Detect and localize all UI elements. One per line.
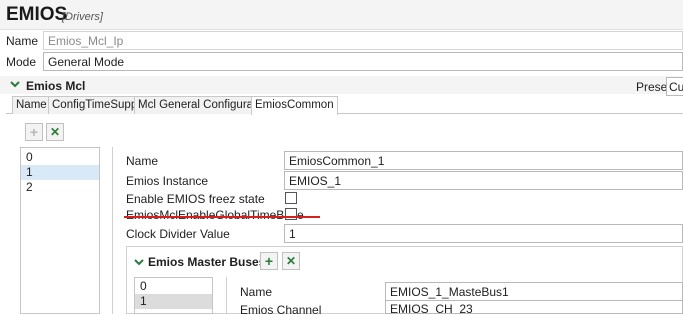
remove-master-bus-button[interactable]: ✕	[282, 252, 300, 270]
add-button[interactable]: +	[25, 123, 43, 141]
close-icon: ✕	[49, 125, 61, 139]
page-subtitle: [Drivers]	[62, 11, 103, 23]
clock-divider-label: Clock Divider Value	[126, 227, 230, 241]
tab-name[interactable]: Name	[12, 96, 51, 114]
common-name-label: Name	[126, 154, 159, 168]
tab-emios-common[interactable]: EmiosCommon	[251, 96, 338, 115]
chevron-down-icon[interactable]	[10, 79, 20, 92]
list-item[interactable]: 1	[21, 165, 99, 180]
section-title: Emios Mcl	[26, 79, 86, 93]
remove-button[interactable]: ✕	[46, 123, 64, 141]
global-timebase-checkbox[interactable]	[285, 208, 297, 220]
annotation-underline	[124, 216, 320, 218]
add-master-bus-button[interactable]: +	[260, 252, 278, 270]
emios-instance-field[interactable]: EMIOS_1	[284, 171, 683, 190]
master-bus-name-label: Name	[240, 285, 273, 299]
plus-icon: +	[264, 253, 274, 269]
preset-select[interactable]: Cu	[666, 77, 683, 96]
tab-bar: Name ConfigTimeSupport Mcl General Confi…	[6, 96, 683, 115]
clock-divider-field[interactable]: 1	[284, 224, 683, 243]
mode-field[interactable]: General Mode	[43, 52, 683, 71]
master-bus-name-field[interactable]: EMIOS_1_MasteBus1	[385, 282, 683, 301]
freez-state-checkbox[interactable]	[285, 192, 297, 204]
list-item[interactable]: 1	[135, 294, 212, 309]
close-icon: ✕	[285, 254, 297, 268]
emios-mcl-section-header[interactable]	[0, 76, 683, 94]
name-field[interactable]: Emios_Mcl_Ip	[43, 31, 683, 50]
emios-channel-field[interactable]: EMIOS_CH_23	[385, 300, 683, 314]
mode-label: Mode	[6, 55, 37, 69]
global-timebase-label: EmiosMclEnableGlobalTimeBase	[126, 208, 304, 222]
common-name-field[interactable]: EmiosCommon_1	[284, 151, 683, 170]
list-item[interactable]: 2	[21, 180, 99, 195]
chevron-down-icon[interactable]	[134, 256, 144, 270]
list-item[interactable]: 0	[135, 279, 212, 294]
plus-icon: +	[29, 124, 39, 140]
name-label: Name	[6, 34, 39, 48]
emios-instance-label: Emios Instance	[126, 174, 209, 188]
list-item[interactable]: 0	[21, 150, 99, 165]
emios-common-list[interactable]: 0 1 2	[20, 147, 100, 314]
freez-state-label: Enable EMIOS freez state	[126, 192, 265, 206]
page-title: EMIOS	[6, 4, 68, 25]
master-buses-title: Emios Master Buses	[148, 255, 266, 269]
emios-channel-label: Emios Channel	[240, 303, 322, 314]
master-buses-list[interactable]: 0 1	[134, 277, 213, 314]
